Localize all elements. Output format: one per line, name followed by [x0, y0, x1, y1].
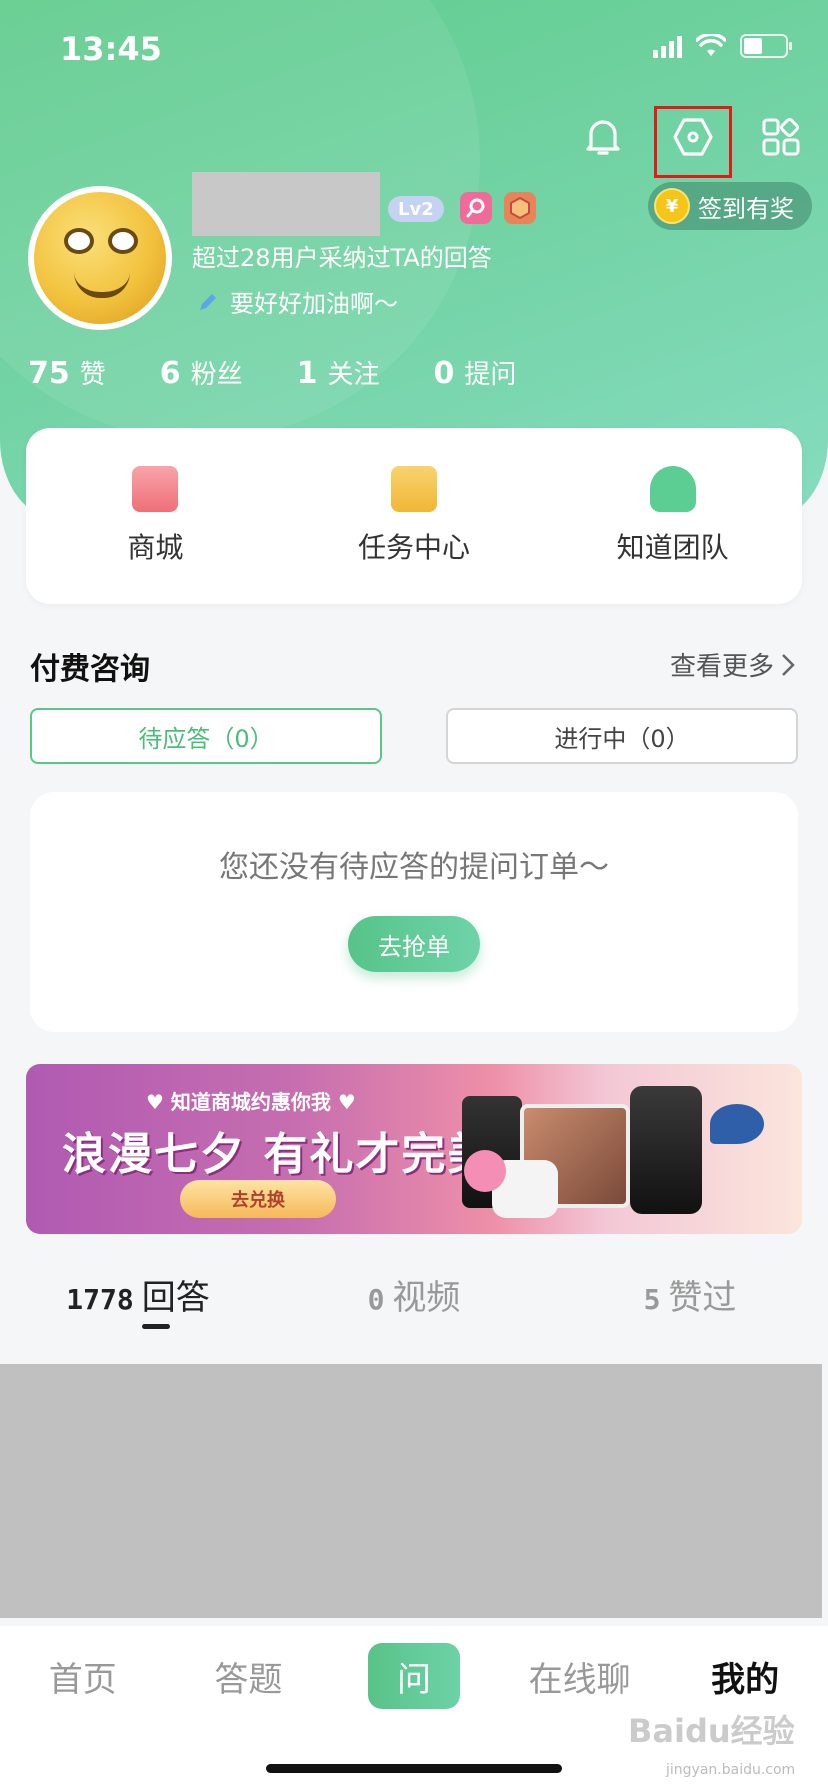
team-icon	[649, 466, 696, 512]
nav-mine[interactable]: 我的	[662, 1652, 828, 1701]
baidu-watermark-url: jingyan.baidu.com	[666, 1762, 796, 1778]
nav-chat[interactable]: 在线聊	[497, 1652, 663, 1701]
stat-questions[interactable]: 0 提问	[434, 354, 517, 391]
apps-grid-icon[interactable]	[756, 112, 806, 162]
quick-links-card: 商城 任务中心 知道团队	[26, 428, 802, 604]
ask-button[interactable]: 问	[367, 1643, 460, 1709]
heart-icon	[464, 1150, 506, 1192]
quick-link-mall[interactable]: 商城	[26, 428, 285, 604]
nav-home[interactable]: 首页	[0, 1652, 166, 1701]
quick-link-team[interactable]: 知道团队	[543, 428, 802, 604]
redeem-button[interactable]: 去兑换	[180, 1180, 336, 1218]
sign-in-label: 签到有奖	[698, 194, 794, 223]
calendar-task-icon	[391, 466, 437, 512]
level-badge[interactable]: Lv2	[388, 196, 444, 222]
coin-icon: ¥	[654, 188, 690, 224]
sign-in-reward-button[interactable]: ¥ 签到有奖	[648, 182, 812, 230]
shopping-bag-icon	[132, 466, 179, 512]
banner-subtitle: ♥ 知道商城约惠你我 ♥	[146, 1090, 356, 1114]
highlight-box	[654, 106, 732, 178]
username-redacted	[192, 172, 380, 236]
home-indicator[interactable]	[266, 1764, 562, 1773]
cellular-signal-icon	[653, 34, 682, 58]
avatar[interactable]	[28, 186, 172, 330]
motto[interactable]: 要好好加油啊～	[196, 284, 398, 319]
content-tabs: 1778 回答 0 视频 5 赞过	[0, 1270, 828, 1319]
view-more-link[interactable]: 查看更多	[670, 646, 796, 683]
active-tab-underline	[142, 1324, 170, 1329]
promo-banner[interactable]: ♥ 知道商城约惠你我 ♥ 浪漫七夕 有礼才完美 去兑换	[26, 1064, 802, 1234]
quick-link-task-center[interactable]: 任务中心	[285, 428, 544, 604]
chevron-right-icon	[782, 653, 795, 676]
nav-ask[interactable]: 问	[331, 1643, 497, 1709]
baidu-watermark: Baidu经验	[628, 1712, 795, 1750]
stat-following[interactable]: 1 关注	[297, 354, 380, 391]
tab-answers[interactable]: 1778 回答	[0, 1270, 276, 1319]
wifi-icon	[696, 34, 726, 56]
avatar-face-icon	[34, 192, 166, 324]
nav-answer[interactable]: 答题	[166, 1652, 332, 1701]
battery-icon	[740, 34, 792, 58]
notification-bell-icon[interactable]	[578, 112, 628, 162]
status-icons	[653, 34, 792, 58]
motto-text: 要好好加油啊～	[230, 290, 398, 318]
search-medal-icon[interactable]	[460, 192, 492, 224]
content-redacted	[0, 1364, 822, 1618]
tab-in-progress[interactable]: 进行中（0）	[446, 708, 798, 764]
empty-orders-panel: 您还没有待应答的提问订单～ 去抢单	[30, 792, 798, 1032]
banner-headline: 浪漫七夕 有礼才完美	[62, 1129, 494, 1180]
adoption-description: 超过28用户采纳过TA的回答	[192, 244, 492, 272]
stat-likes[interactable]: 75 赞	[28, 354, 106, 391]
status-time: 13:45	[60, 30, 162, 68]
tab-pending[interactable]: 待应答（0）	[30, 708, 382, 764]
magpie-bird-icon	[710, 1104, 764, 1144]
edit-pencil-icon	[200, 293, 216, 310]
empty-orders-text: 您还没有待应答的提问订单～	[219, 850, 609, 885]
paid-consult-title: 付费咨询	[30, 652, 150, 687]
tab-liked[interactable]: 5 赞过	[552, 1270, 828, 1319]
hexagon-medal-icon[interactable]	[504, 192, 536, 224]
tab-videos[interactable]: 0 视频	[276, 1270, 552, 1319]
stat-fans[interactable]: 6 粉丝	[160, 354, 243, 391]
grab-order-button[interactable]: 去抢单	[348, 916, 480, 972]
profile-stats: 75 赞 6 粉丝 1 关注 0 提问	[28, 354, 570, 391]
speaker-image-icon	[630, 1086, 702, 1214]
